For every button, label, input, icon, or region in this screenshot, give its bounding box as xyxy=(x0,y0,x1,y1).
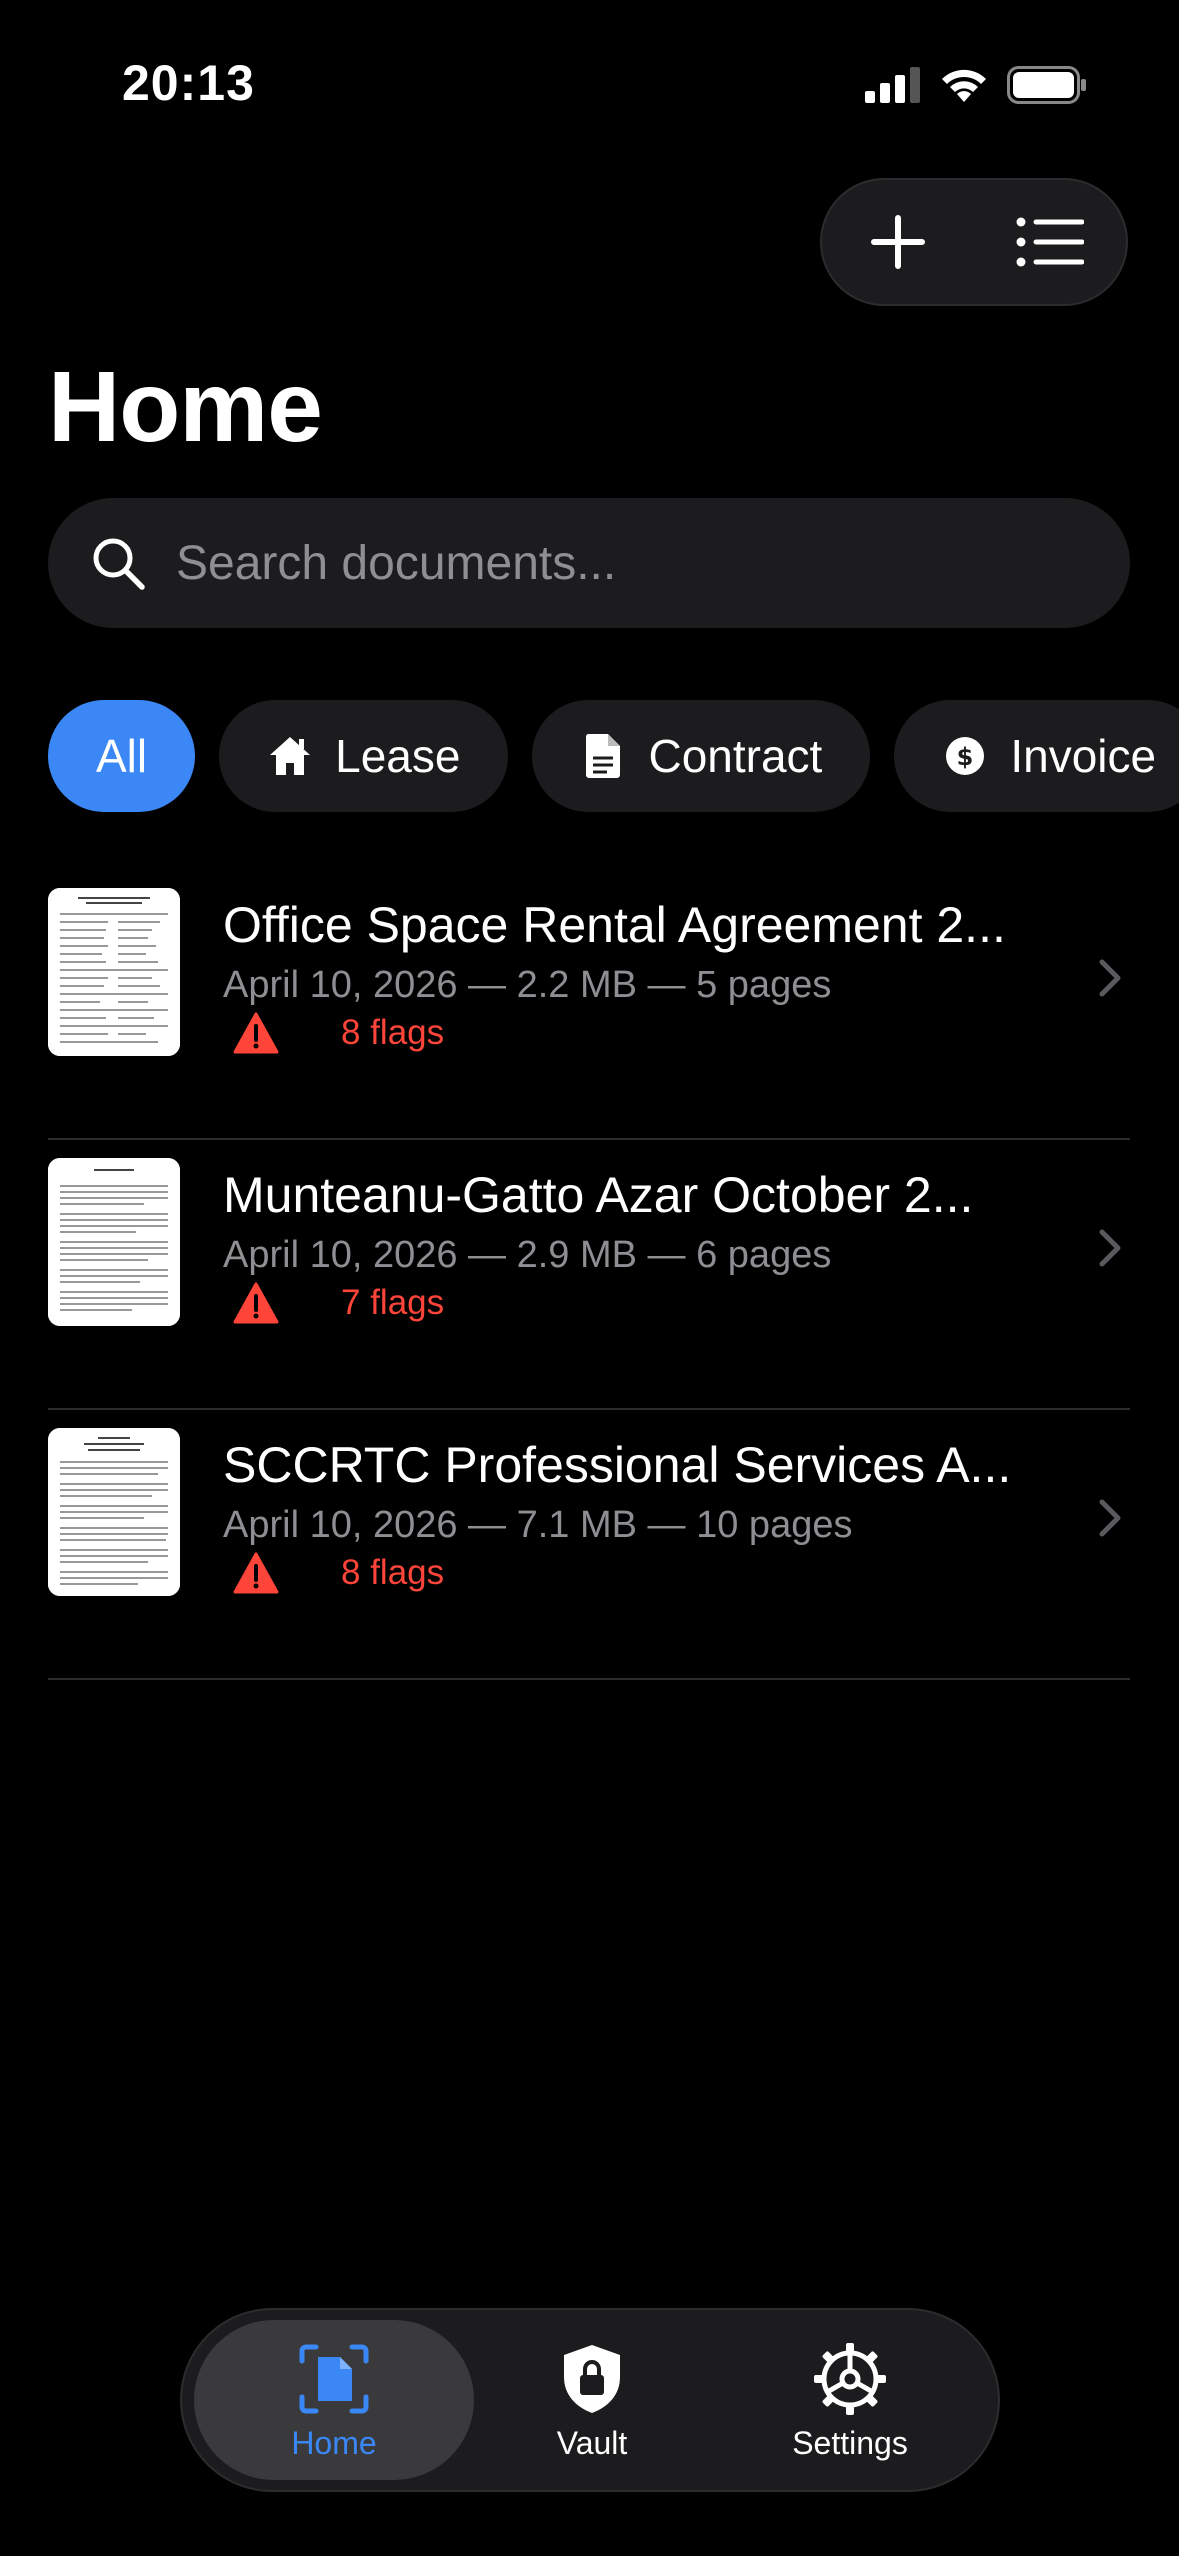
chip-label: Contract xyxy=(648,730,823,782)
document-row[interactable]: Munteanu-Gatto Azar October 2... April 1… xyxy=(48,1140,1130,1410)
filter-chip-invoice[interactable]: $ Invoice xyxy=(894,700,1179,812)
chevron-right-icon xyxy=(1090,948,1130,1008)
document-icon xyxy=(580,733,626,779)
search-bar[interactable] xyxy=(48,498,1130,628)
document-flags: 8 flags xyxy=(233,1552,444,1594)
svg-text:$: $ xyxy=(957,743,974,771)
add-document-button[interactable] xyxy=(843,187,953,297)
flag-count: 7 flags xyxy=(341,1283,445,1322)
filter-chip-all[interactable]: All xyxy=(48,700,196,812)
document-row[interactable]: Office Space Rental Agreement 2... April… xyxy=(48,870,1130,1140)
document-thumbnail xyxy=(48,1158,180,1326)
tab-settings[interactable]: Settings xyxy=(710,2320,990,2480)
document-flags: 8 flags xyxy=(233,1012,444,1054)
status-time: 20:13 xyxy=(122,55,255,111)
page-title: Home xyxy=(48,351,323,463)
tab-home[interactable]: Home xyxy=(194,2320,474,2480)
cellular-signal-icon xyxy=(865,67,920,103)
chip-label: Lease xyxy=(335,730,461,782)
list-view-button[interactable] xyxy=(995,187,1105,297)
chip-label: All xyxy=(96,730,148,782)
warning-triangle-icon xyxy=(233,1552,279,1594)
filter-chip-lease[interactable]: Lease xyxy=(219,700,509,812)
wifi-icon xyxy=(942,69,986,102)
tab-label: Home xyxy=(291,2424,377,2461)
document-thumbnail xyxy=(48,888,180,1056)
search-icon xyxy=(88,533,148,593)
document-meta: April 10, 2026 — 2.9 MB — 6 pages xyxy=(223,1234,832,1276)
document-title: SCCRTC Professional Services A... xyxy=(223,1437,1012,1493)
warning-triangle-icon xyxy=(233,1012,279,1054)
gear-icon xyxy=(810,2339,890,2419)
tab-bar: Home Vault Settings xyxy=(180,2308,1000,2492)
filter-chips: All Lease Contract $ Invoice xyxy=(48,700,1179,812)
flag-count: 8 flags xyxy=(341,1013,445,1052)
document-thumbnail xyxy=(48,1428,180,1596)
house-icon xyxy=(267,733,313,779)
tab-label: Settings xyxy=(792,2424,908,2461)
document-flags: 7 flags xyxy=(233,1282,444,1324)
plus-icon xyxy=(871,215,925,269)
dollar-icon: $ xyxy=(942,733,988,779)
tab-vault[interactable]: Vault xyxy=(452,2320,732,2480)
search-input[interactable] xyxy=(174,534,1078,592)
document-row[interactable]: SCCRTC Professional Services A... April … xyxy=(48,1410,1130,1680)
lock-shield-icon xyxy=(552,2339,632,2419)
flag-count: 8 flags xyxy=(341,1553,445,1592)
document-title: Munteanu-Gatto Azar October 2... xyxy=(223,1167,974,1223)
chevron-right-icon xyxy=(1090,1218,1130,1278)
status-bar: 20:13 xyxy=(0,0,1179,170)
document-list: Office Space Rental Agreement 2... April… xyxy=(48,870,1130,1680)
document-meta: April 10, 2026 — 2.2 MB — 5 pages xyxy=(223,964,832,1006)
warning-triangle-icon xyxy=(233,1282,279,1324)
chip-label: Invoice xyxy=(1010,730,1157,782)
filter-chip-contract[interactable]: Contract xyxy=(532,700,871,812)
list-icon xyxy=(1016,217,1084,267)
document-scan-icon xyxy=(294,2339,374,2419)
chevron-right-icon xyxy=(1090,1488,1130,1548)
document-title: Office Space Rental Agreement 2... xyxy=(223,897,1006,953)
battery-icon xyxy=(1007,66,1086,104)
tab-label: Vault xyxy=(556,2424,628,2461)
document-meta: April 10, 2026 — 7.1 MB — 10 pages xyxy=(223,1504,853,1546)
status-icons xyxy=(865,66,1087,104)
top-actions xyxy=(820,178,1128,306)
